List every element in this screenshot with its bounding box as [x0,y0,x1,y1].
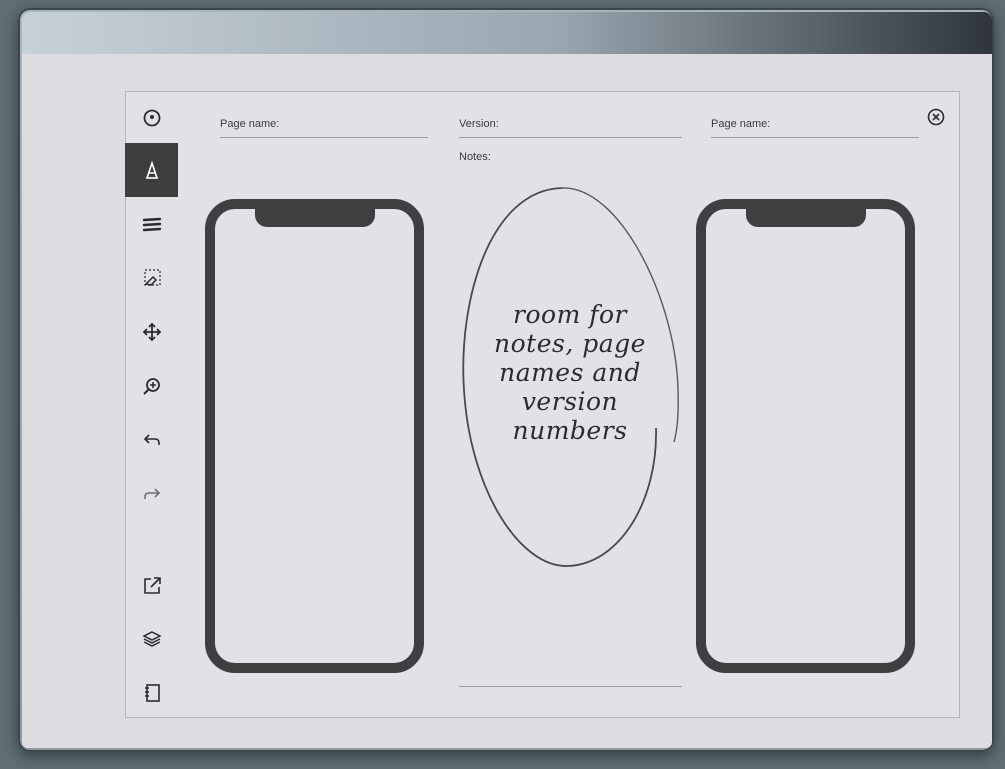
eraser-select-icon [143,269,161,286]
side-toolbar [125,91,178,718]
clock-icon [143,109,160,127]
right-page-name-label: Page name: [711,118,771,130]
left-phone-frame [205,199,424,673]
move-button[interactable] [125,305,178,359]
layers-button[interactable] [125,612,178,666]
version-label: Version: [459,118,499,130]
eraser-select-button[interactable] [125,251,178,305]
undo-icon [143,434,160,445]
close-button[interactable] [926,107,946,127]
move-icon [142,322,161,342]
notebook-icon [144,684,160,702]
version-line[interactable] [459,137,682,138]
notebook-button[interactable] [125,666,178,720]
clock-button[interactable] [125,91,178,145]
menu-lines-button[interactable] [125,197,178,251]
layers-icon [141,631,162,647]
handwritten-notes: room for notes, page names and version n… [470,300,670,445]
redo-button[interactable] [125,467,178,521]
right-phone-notch [745,207,866,227]
handwritten-line: notes, page [494,329,646,358]
right-phone-frame [696,199,915,673]
zoom-in-button[interactable] [125,359,178,413]
close-icon [927,108,945,126]
left-page-name-label: Page name: [220,118,280,130]
zoom-in-icon [142,378,160,395]
tablet-bezel-top [22,12,992,54]
redo-icon [143,488,160,499]
pen-tool-button[interactable] [125,143,178,197]
handwritten-line: names and [499,358,641,387]
share-export-button[interactable] [125,558,178,612]
pen-tool-icon [145,160,158,179]
right-page-name-line[interactable] [711,137,919,138]
left-phone-notch [254,207,375,227]
menu-lines-icon [142,217,161,232]
handwritten-line: version [521,387,619,416]
undo-button[interactable] [125,413,178,467]
left-page-name-line[interactable] [220,137,428,138]
notes-label: Notes: [459,151,491,163]
handwritten-line: numbers [512,416,628,445]
share-export-icon [143,577,161,594]
notes-bottom-line [459,686,682,687]
handwritten-line: room for [513,300,627,329]
